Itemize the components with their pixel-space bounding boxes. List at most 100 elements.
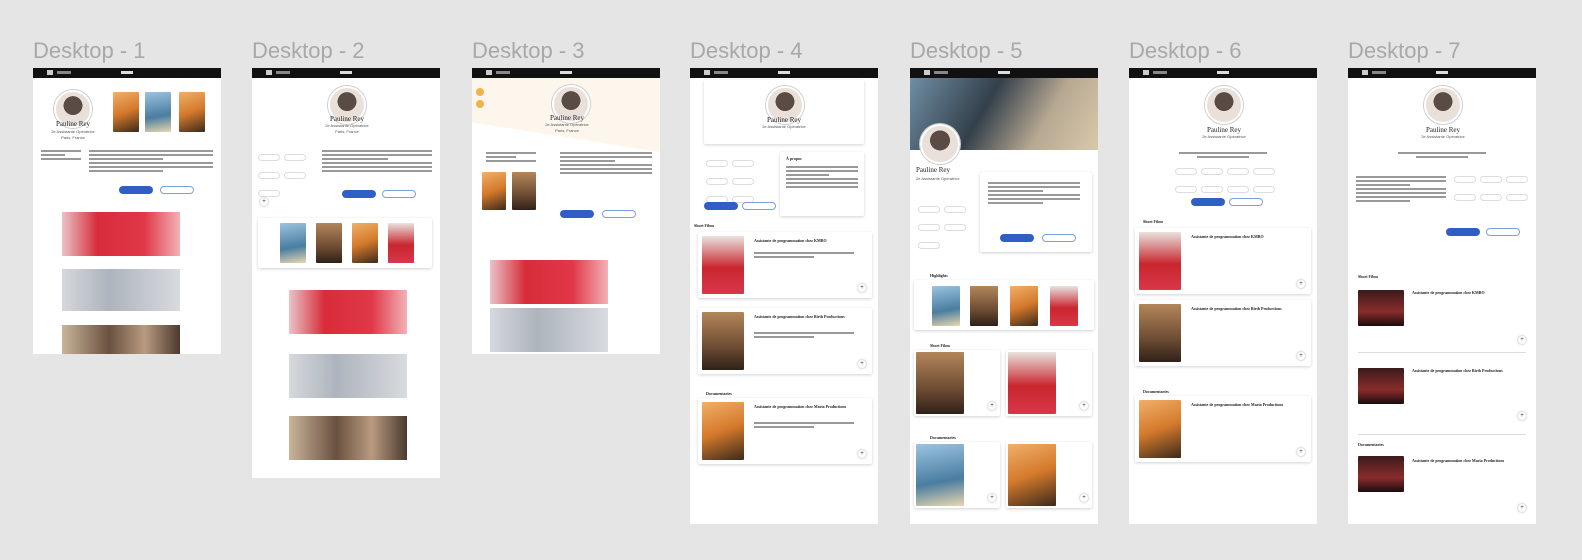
profile-card: Pauline Rey 2e Assistante Opératrice bbox=[704, 80, 864, 144]
experience-card[interactable]: + bbox=[914, 350, 1000, 416]
card-image[interactable] bbox=[1358, 290, 1404, 326]
top-navbar bbox=[472, 68, 660, 78]
frame-label-4: Desktop - 4 bbox=[690, 38, 803, 63]
logo[interactable] bbox=[560, 71, 572, 74]
card-image[interactable] bbox=[1358, 456, 1404, 492]
desktop-2-frame: Pauline Rey 2e Assistante Opératrice Par… bbox=[252, 68, 440, 478]
expand-icon[interactable]: + bbox=[1518, 336, 1526, 344]
frame-label-2: Desktop - 2 bbox=[252, 38, 365, 63]
card-title: Assistante de programmation chez KMBO bbox=[754, 238, 827, 243]
expand-icon[interactable]: + bbox=[1518, 504, 1526, 512]
save-button[interactable] bbox=[1229, 198, 1263, 206]
desktop-1-frame: Pauline Rey 2e Assistante Opératrice Par… bbox=[33, 68, 221, 354]
experience-card[interactable]: Assistante de programmation chez Maria P… bbox=[1135, 396, 1311, 462]
social-icon[interactable] bbox=[476, 88, 484, 96]
save-button[interactable] bbox=[1042, 234, 1076, 242]
highlights-heading: Highlights bbox=[930, 273, 948, 278]
poster-film[interactable] bbox=[145, 92, 171, 132]
expand-icon[interactable]: + bbox=[858, 450, 866, 458]
tag-list bbox=[256, 150, 312, 204]
banner-anafi[interactable] bbox=[490, 308, 608, 352]
contact-button[interactable] bbox=[1191, 198, 1225, 206]
poster-inception[interactable] bbox=[113, 92, 139, 132]
about-title: À propos bbox=[786, 156, 802, 161]
save-button[interactable] bbox=[602, 210, 636, 218]
top-navbar bbox=[252, 68, 440, 78]
profile-role: 2e Assistante Opératrice bbox=[762, 124, 806, 129]
bio-text bbox=[560, 150, 652, 176]
contact-button[interactable] bbox=[704, 202, 738, 210]
logo[interactable] bbox=[778, 71, 790, 74]
home-icon[interactable] bbox=[704, 70, 710, 75]
short-films-heading: Short Films bbox=[1358, 274, 1379, 279]
poster-film[interactable] bbox=[512, 172, 536, 210]
highlight-poster[interactable] bbox=[1050, 286, 1078, 326]
profile-role: 2e Assistante Opératrice bbox=[325, 123, 369, 128]
experience-card[interactable]: Assistante de programmation chez KMBO + bbox=[698, 232, 872, 298]
highlight-poster[interactable] bbox=[388, 223, 414, 263]
highlight-poster[interactable] bbox=[280, 223, 306, 263]
banner-anafi[interactable] bbox=[62, 269, 180, 311]
highlight-poster[interactable] bbox=[932, 286, 960, 326]
logo[interactable] bbox=[1436, 71, 1448, 74]
contact-button[interactable] bbox=[560, 210, 594, 218]
banner-pour-sama[interactable] bbox=[62, 212, 180, 256]
logo[interactable] bbox=[1217, 71, 1229, 74]
expand-icon[interactable]: + bbox=[858, 360, 866, 368]
banner-photo[interactable] bbox=[62, 325, 180, 354]
about-card bbox=[980, 172, 1092, 252]
divider bbox=[1358, 434, 1526, 435]
contact-button[interactable] bbox=[1000, 234, 1034, 242]
experience-card[interactable]: Assistante de programmation chez Maria P… bbox=[698, 398, 872, 464]
poster-inception[interactable] bbox=[482, 172, 506, 210]
social-icon[interactable] bbox=[476, 100, 484, 108]
experience-card[interactable]: + bbox=[1006, 350, 1092, 416]
home-icon[interactable] bbox=[1362, 70, 1368, 75]
logo[interactable] bbox=[998, 71, 1010, 74]
save-button[interactable] bbox=[742, 202, 776, 210]
expand-icon[interactable]: + bbox=[1518, 412, 1526, 420]
top-navbar bbox=[910, 68, 1098, 78]
banner-photo[interactable] bbox=[289, 416, 407, 460]
experience-card[interactable]: Assistante de programmation chez Birth P… bbox=[698, 308, 872, 374]
desktop-7-frame: Pauline Rey 2e Assistante Opératrice Sho… bbox=[1348, 68, 1536, 524]
home-icon[interactable] bbox=[486, 70, 492, 75]
highlight-poster[interactable] bbox=[316, 223, 342, 263]
banner-pour-sama[interactable] bbox=[289, 290, 407, 334]
banner-anafi[interactable] bbox=[289, 354, 407, 398]
card-title: Assistante de programmation chez Birth P… bbox=[1412, 368, 1503, 373]
logo[interactable] bbox=[340, 71, 352, 74]
save-button[interactable] bbox=[160, 186, 194, 194]
bio-text bbox=[1179, 150, 1267, 160]
save-button[interactable] bbox=[1486, 228, 1520, 236]
card-title: Assistante de programmation chez Maria P… bbox=[1412, 458, 1505, 463]
documentaries-heading: Documentaries bbox=[930, 435, 956, 440]
home-icon[interactable] bbox=[1143, 70, 1149, 75]
highlight-poster[interactable] bbox=[1010, 286, 1038, 326]
experience-card[interactable]: Assistante de programmation chez KMBO + bbox=[1135, 228, 1311, 294]
home-icon[interactable] bbox=[924, 70, 930, 75]
experience-card[interactable]: + bbox=[1006, 442, 1092, 508]
profile-location: Paris, France bbox=[61, 135, 85, 140]
home-icon[interactable] bbox=[47, 70, 53, 75]
card-poster bbox=[702, 312, 744, 370]
poster-inception-2[interactable] bbox=[179, 92, 205, 132]
card-image[interactable] bbox=[1358, 368, 1404, 404]
avatar bbox=[1205, 86, 1243, 124]
bio-long bbox=[1356, 174, 1446, 204]
home-icon[interactable] bbox=[266, 70, 272, 75]
contact-button[interactable] bbox=[342, 190, 376, 198]
logo[interactable] bbox=[121, 71, 133, 74]
experience-card[interactable]: Assistante de programmation chez Birth P… bbox=[1135, 300, 1311, 366]
contact-button[interactable] bbox=[119, 186, 153, 194]
banner-pour-sama[interactable] bbox=[490, 260, 608, 304]
experience-card[interactable]: + bbox=[914, 442, 1000, 508]
save-button[interactable] bbox=[382, 190, 416, 198]
expand-icon[interactable]: + bbox=[858, 284, 866, 292]
contact-button[interactable] bbox=[1446, 228, 1480, 236]
desktop-6-frame: Pauline Rey 2e Assistante Opératrice Sho… bbox=[1129, 68, 1317, 524]
highlight-poster[interactable] bbox=[352, 223, 378, 263]
about-card: À propos bbox=[780, 152, 864, 216]
highlight-poster[interactable] bbox=[970, 286, 998, 326]
add-icon[interactable]: + bbox=[260, 198, 268, 206]
